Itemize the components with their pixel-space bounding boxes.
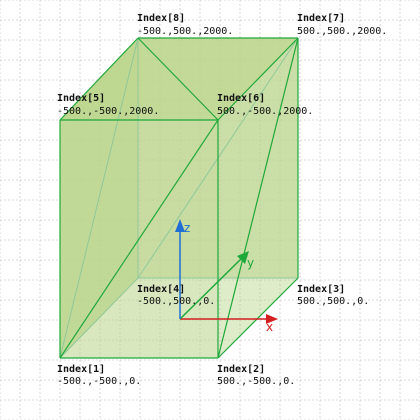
vertex-2-coords: 500.,-500.,0. [217,376,295,387]
z-axis-label: z [184,221,190,235]
vertex-6-index: Index[6] [217,93,265,104]
x-axis-label: x [266,320,273,334]
vertex-3-index: Index[3] [297,284,345,295]
box-mesh [59,37,299,359]
vertex-7-coords: 500.,500.,2000. [297,26,387,37]
mesh-viewport[interactable]: x y z Index[1] -500.,-500.,0. Index[2] 5… [0,0,420,420]
vertex-7-index: Index[7] [297,13,345,24]
vertex-5-coords: -500.,-500.,2000. [57,106,159,117]
y-axis-label: y [247,256,254,270]
vertex-3-coords: 500.,500.,0. [297,296,369,307]
vertex-1-index: Index[1] [57,364,105,375]
vertex-8-coords: -500.,500.,2000. [137,26,233,37]
vertex-2-index: Index[2] [217,364,265,375]
vertex-1-coords: -500.,-500.,0. [57,376,141,387]
vertex-5-index: Index[5] [57,93,105,104]
vertex-4-coords: -500.,500.,0. [137,296,215,307]
vertex-6-coords: 500.,-500.,2000. [217,106,313,117]
vertex-8-index: Index[8] [137,13,185,24]
vertex-4-index: Index[4] [137,284,185,295]
